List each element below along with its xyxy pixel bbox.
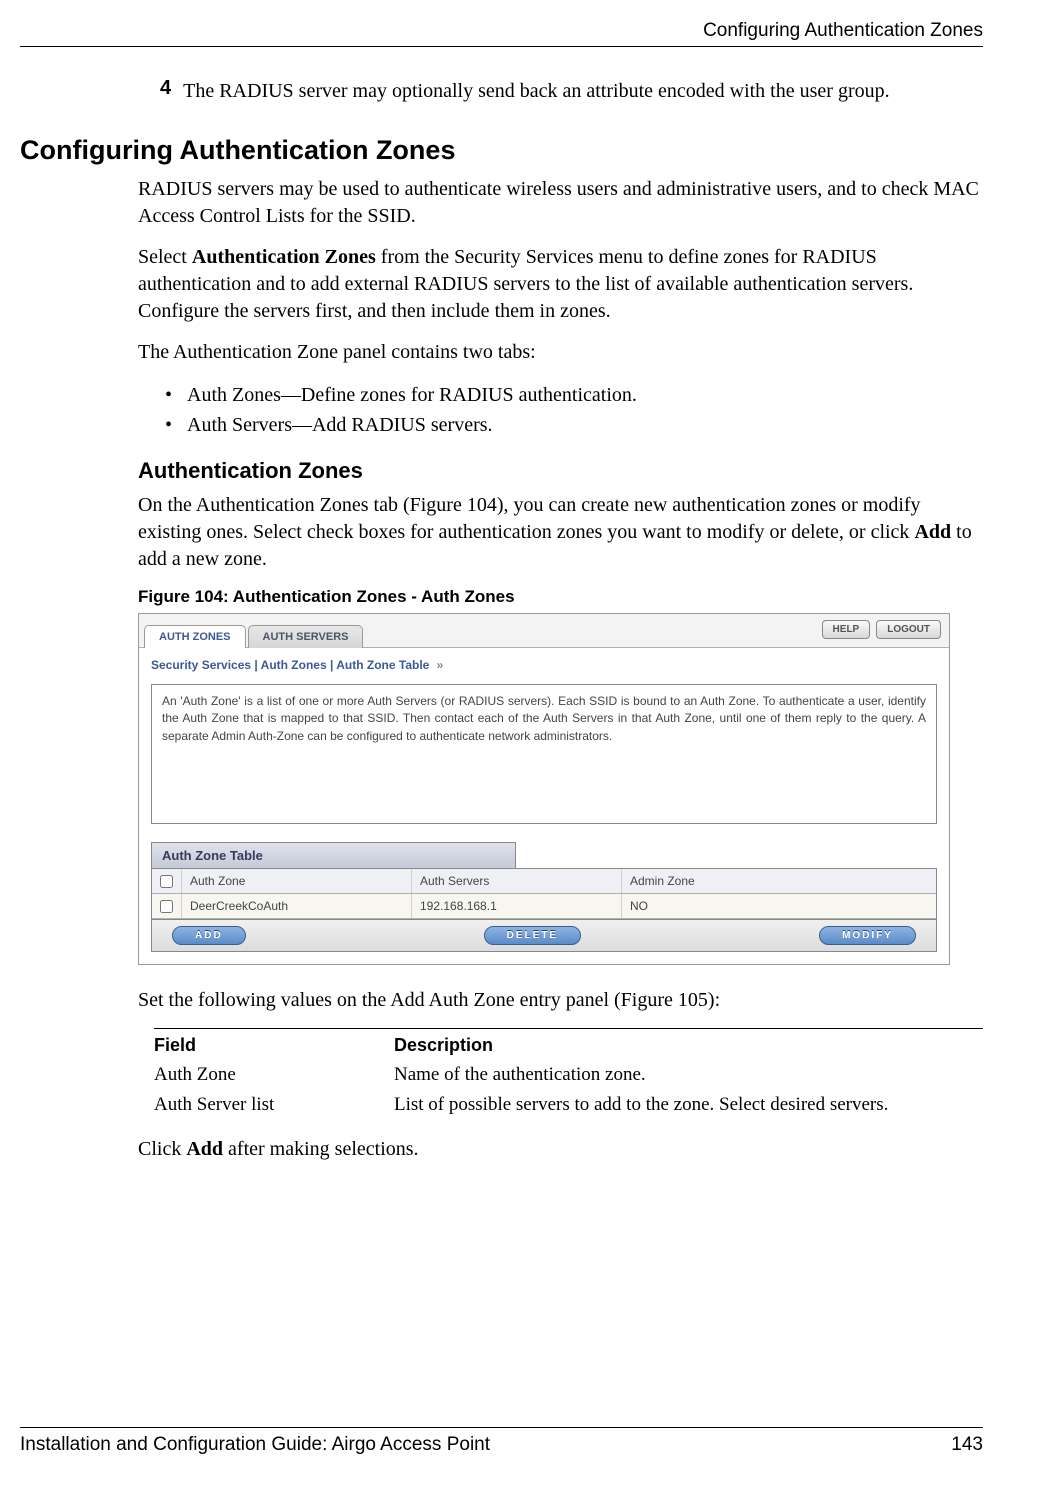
bold-auth-zones: Authentication Zones [192, 246, 376, 268]
main-heading: Configuring Authentication Zones [20, 135, 983, 166]
paragraph-two-tabs: The Authentication Zone panel contains t… [20, 339, 983, 366]
running-title: Configuring Authentication Zones [703, 20, 983, 41]
sub-heading-auth-zones: Authentication Zones [20, 458, 983, 484]
add-button[interactable]: ADD [172, 926, 246, 945]
table-title: Auth Zone Table [151, 842, 516, 868]
col-auth-servers: Auth Servers [412, 869, 622, 893]
tab-auth-servers[interactable]: AUTH SERVERS [248, 625, 364, 648]
page-number: 143 [951, 1434, 983, 1456]
text-pre: Select [138, 246, 192, 268]
field-name: Auth Server list [154, 1094, 394, 1116]
paragraph-select-zones: Select Authentication Zones from the Sec… [20, 244, 983, 325]
arrow-icon: » [437, 658, 444, 672]
step-number: 4 [160, 77, 171, 105]
step-4: 4 The RADIUS server may optionally send … [20, 77, 983, 105]
figure-caption: Figure 104: Authentication Zones - Auth … [20, 587, 983, 607]
select-all-checkbox[interactable] [160, 875, 173, 888]
page-header: Configuring Authentication Zones [20, 20, 983, 47]
screenshot-auth-zones: AUTH ZONES AUTH SERVERS HELP LOGOUT Secu… [138, 613, 950, 965]
row-checkbox[interactable] [160, 900, 173, 913]
field-desc: List of possible servers to add to the z… [394, 1094, 983, 1116]
paragraph-set-values: Set the following values on the Add Auth… [20, 987, 983, 1014]
text-post: after making selections. [223, 1138, 419, 1160]
cell-servers: 192.168.168.1 [412, 894, 622, 918]
bold-add: Add [186, 1138, 223, 1160]
header-description: Description [394, 1035, 983, 1056]
col-auth-zone: Auth Zone [182, 869, 412, 893]
list-item: Auth Servers—Add RADIUS servers. [165, 410, 983, 440]
delete-button[interactable]: DELETE [484, 926, 581, 945]
page-footer: Installation and Configuration Guide: Ai… [20, 1427, 983, 1456]
breadcrumb: Security Services | Auth Zones | Auth Zo… [139, 648, 949, 678]
logout-button[interactable]: LOGOUT [876, 620, 941, 639]
action-bar: ADD DELETE MODIFY [151, 919, 937, 952]
paragraph-click-add: Click Add after making selections. [20, 1136, 983, 1163]
field-table-row: Auth Zone Name of the authentication zon… [154, 1060, 983, 1090]
footer-title: Installation and Configuration Guide: Ai… [20, 1434, 490, 1456]
step-text: The RADIUS server may optionally send ba… [183, 77, 889, 105]
breadcrumb-text: Security Services | Auth Zones | Auth Zo… [151, 658, 429, 672]
text-pre: On the Authentication Zones tab (Figure … [138, 494, 921, 543]
field-table-row: Auth Server list List of possible server… [154, 1090, 983, 1120]
cell-admin: NO [622, 894, 936, 918]
field-table-header: Field Description [154, 1028, 983, 1060]
bold-add: Add [914, 521, 951, 543]
checkbox-header-cell [152, 869, 182, 893]
checkbox-cell [152, 894, 182, 918]
field-name: Auth Zone [154, 1064, 394, 1086]
tabs-bullet-list: Auth Zones—Define zones for RADIUS authe… [20, 380, 983, 440]
paragraph-auth-zones-tab: On the Authentication Zones tab (Figure … [20, 492, 983, 573]
field-description-table: Field Description Auth Zone Name of the … [20, 1028, 983, 1120]
list-item: Auth Zones—Define zones for RADIUS authe… [165, 380, 983, 410]
field-desc: Name of the authentication zone. [394, 1064, 983, 1086]
info-box: An 'Auth Zone' is a list of one or more … [151, 684, 937, 824]
tab-bar: AUTH ZONES AUTH SERVERS HELP LOGOUT [139, 614, 949, 648]
auth-zone-table: Auth Zone Auth Servers Admin Zone DeerCr… [151, 868, 937, 919]
table-header-row: Auth Zone Auth Servers Admin Zone [152, 869, 936, 894]
table-row: DeerCreekCoAuth 192.168.168.1 NO [152, 894, 936, 919]
tab-auth-zones[interactable]: AUTH ZONES [144, 625, 246, 648]
header-field: Field [154, 1035, 394, 1056]
modify-button[interactable]: MODIFY [819, 926, 916, 945]
help-button[interactable]: HELP [822, 620, 871, 639]
cell-zone: DeerCreekCoAuth [182, 894, 412, 918]
paragraph-intro: RADIUS servers may be used to authentica… [20, 176, 983, 230]
col-admin-zone: Admin Zone [622, 869, 936, 893]
text-pre: Click [138, 1138, 186, 1160]
